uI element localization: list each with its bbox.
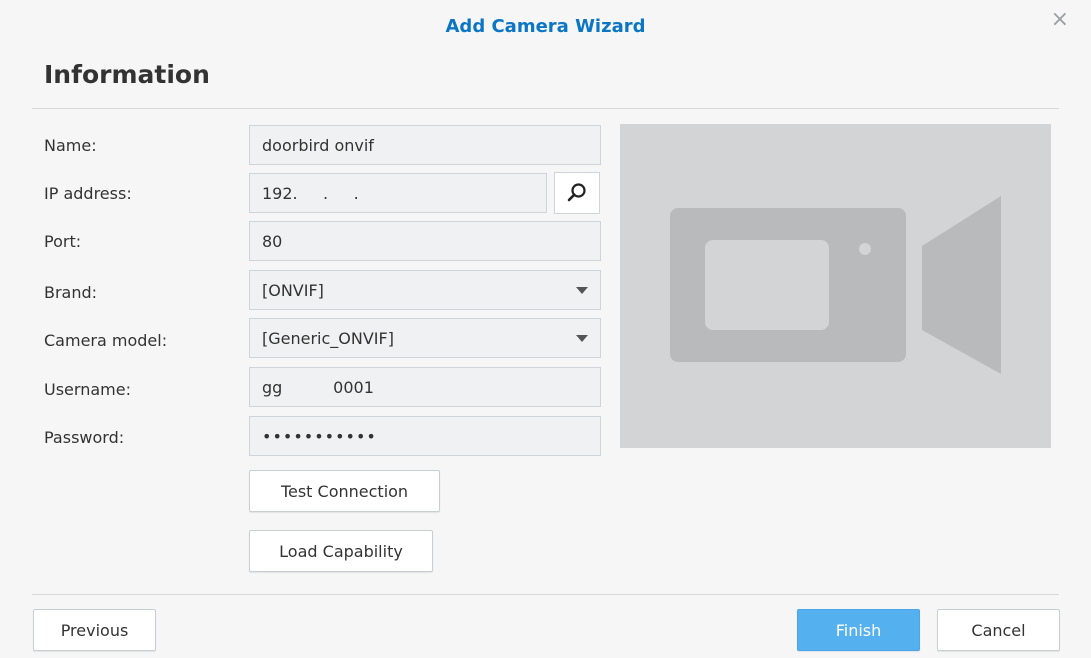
footer-divider — [32, 594, 1059, 595]
chevron-down-icon — [576, 334, 588, 342]
chevron-down-icon — [576, 286, 588, 294]
dialog-title: Add Camera Wizard — [445, 16, 646, 37]
section-title: Information — [44, 60, 210, 89]
name-field[interactable] — [249, 125, 601, 165]
camera-model-label: Camera model: — [44, 331, 168, 350]
search-camera-button[interactable] — [554, 172, 600, 214]
load-capability-button[interactable]: Load Capability — [249, 530, 433, 572]
finish-button[interactable]: Finish — [797, 609, 920, 651]
search-icon — [567, 183, 586, 202]
password-field[interactable] — [249, 416, 601, 456]
camera-preview — [620, 124, 1051, 448]
username-label: Username: — [44, 380, 131, 399]
brand-label: Brand: — [44, 283, 98, 302]
ip-address-label: IP address: — [44, 184, 132, 203]
camera-model-select-value: [Generic_ONVIF] — [262, 328, 394, 348]
port-label: Port: — [44, 232, 82, 251]
previous-button[interactable]: Previous — [33, 609, 156, 651]
username-field[interactable] — [249, 367, 601, 407]
password-label: Password: — [44, 428, 125, 447]
camera-model-select[interactable]: [Generic_ONVIF] — [249, 318, 601, 358]
port-field[interactable] — [249, 221, 601, 261]
brand-select[interactable]: [ONVIF] — [249, 270, 601, 310]
header-divider — [32, 108, 1059, 109]
add-camera-wizard-dialog: Add Camera Wizard × Information Name: IP… — [0, 0, 1091, 658]
ip-address-field[interactable] — [249, 173, 547, 213]
cancel-button[interactable]: Cancel — [937, 609, 1060, 651]
name-label: Name: — [44, 136, 97, 155]
brand-select-value: [ONVIF] — [262, 280, 324, 300]
video-camera-icon — [670, 196, 1001, 374]
test-connection-button[interactable]: Test Connection — [249, 470, 440, 512]
close-icon[interactable]: × — [1051, 9, 1069, 31]
